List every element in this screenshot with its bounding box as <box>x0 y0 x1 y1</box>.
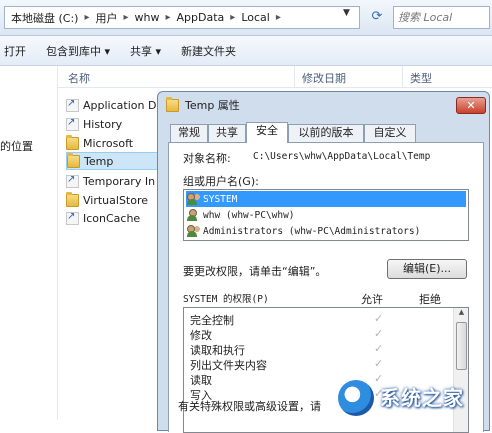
file-icon <box>66 211 79 225</box>
file-name: Microsoft <box>83 136 134 150</box>
advanced-settings-hint: 有关特殊权限或高级设置，请 <box>178 400 321 413</box>
share-button[interactable]: 共享 ▾ <box>120 43 171 59</box>
file-name: IconCache <box>83 211 141 225</box>
permission-name: 读取和执行 <box>190 344 245 357</box>
user-name: whw (whw-PC\whw) <box>203 209 295 221</box>
dialog-titlebar[interactable]: Temp 属性 <box>158 92 489 118</box>
column-name-header[interactable]: 名称 <box>68 70 90 86</box>
change-permissions-hint: 要更改权限，请单击“编辑”。 <box>183 265 327 278</box>
navigation-pane[interactable]: 的位置 <box>0 66 58 420</box>
permission-name: 列出文件夹内容 <box>190 359 267 372</box>
file-row[interactable]: History <box>66 115 166 133</box>
file-row[interactable]: VirtualStore <box>66 191 166 209</box>
permission-name: 完全控制 <box>190 314 234 327</box>
permission-row: 修改 ✓ <box>190 327 450 342</box>
shortcut-icon <box>66 98 79 112</box>
allow-check-icon: ✓ <box>374 342 384 355</box>
permission-row: 读取和执行 ✓ <box>190 342 450 357</box>
user-group-icon <box>186 224 200 238</box>
tab-security[interactable]: 安全 <box>246 122 288 143</box>
file-row[interactable]: Temporary In <box>66 172 166 190</box>
column-modified-header[interactable]: 修改日期 <box>302 70 346 86</box>
breadcrumb-user[interactable]: whw <box>135 11 160 24</box>
open-button[interactable]: 打开 <box>0 43 36 59</box>
dialog-title: Temp 属性 <box>185 99 240 112</box>
shortcut-icon <box>66 117 79 131</box>
file-row[interactable]: Application D <box>66 96 166 114</box>
edit-button[interactable]: 编辑(E)... <box>387 259 467 279</box>
file-name: Application D <box>83 98 157 112</box>
user-list-item[interactable]: SYSTEM <box>186 191 466 207</box>
column-divider[interactable] <box>402 66 403 88</box>
user-name: SYSTEM <box>203 193 238 205</box>
breadcrumb-separator-icon[interactable]: ▸ <box>84 12 89 23</box>
new-folder-button[interactable]: 新建文件夹 <box>171 43 246 59</box>
object-name-label: 对象名称: <box>183 152 231 165</box>
watermark: 系统之家 <box>330 374 492 420</box>
refresh-icon[interactable]: ⟳ <box>366 8 388 27</box>
column-headers: 名称 修改日期 类型 <box>58 66 492 88</box>
breadcrumb-separator-icon[interactable]: ▸ <box>276 12 281 23</box>
address-bar-area: 本地磁盘 (C:) ▸ 用户 ▸ whw ▸ AppData ▸ Local ▸… <box>0 0 492 36</box>
file-row[interactable]: Temp <box>66 152 166 170</box>
breadcrumb-separator-icon[interactable]: ▸ <box>124 12 129 23</box>
permission-row: 列出文件夹内容 ✓ <box>190 357 450 372</box>
user-list-item[interactable]: whw (whw-PC\whw) <box>186 207 466 223</box>
column-divider[interactable] <box>294 66 295 88</box>
address-bar[interactable]: 本地磁盘 (C:) ▸ 用户 ▸ whw ▸ AppData ▸ Local ▸ <box>4 6 360 29</box>
permissions-header: SYSTEM 的权限(P) <box>183 294 269 305</box>
permission-name: 读取 <box>190 374 212 387</box>
user-group-icon <box>186 192 200 206</box>
search-input[interactable] <box>398 11 468 24</box>
address-dropdown-icon[interactable]: ▼ <box>343 8 350 18</box>
tab-previous-versions[interactable]: 以前的版本 <box>288 124 364 142</box>
include-in-library-button[interactable]: 包含到库中 ▾ <box>36 43 120 59</box>
permission-name: 修改 <box>190 329 212 342</box>
user-list-item[interactable]: Administrators (whw-PC\Administrators) <box>186 223 466 239</box>
breadcrumb-separator-icon[interactable]: ▸ <box>166 12 171 23</box>
object-name-value: C:\Users\whw\AppData\Local\Temp <box>253 151 431 162</box>
nav-item-locations[interactable]: 的位置 <box>0 138 33 154</box>
scroll-up-icon[interactable]: ▲ <box>454 308 468 321</box>
deny-column-header: 拒绝 <box>419 293 441 306</box>
breadcrumb-local[interactable]: Local <box>241 11 270 24</box>
tab-general[interactable]: 常规 <box>170 124 208 142</box>
allow-check-icon: ✓ <box>374 312 384 325</box>
tab-customize[interactable]: 自定义 <box>364 124 416 142</box>
file-row[interactable]: Microsoft <box>66 134 166 152</box>
breadcrumb-separator-icon[interactable]: ▸ <box>230 12 235 23</box>
permission-row: 完全控制 ✓ <box>190 312 450 327</box>
shortcut-icon <box>66 174 79 188</box>
breadcrumb-users[interactable]: 用户 <box>96 10 118 26</box>
watermark-text: 系统之家 <box>380 386 464 410</box>
watermark-logo-icon <box>338 380 374 416</box>
file-name: VirtualStore <box>83 193 149 207</box>
close-button[interactable]: ✕ <box>456 97 486 114</box>
command-bar: 打开 包含到库中 ▾ 共享 ▾ 新建文件夹 <box>0 36 492 66</box>
search-box[interactable] <box>393 6 490 29</box>
file-row[interactable]: IconCache <box>66 209 166 227</box>
folder-icon <box>66 134 79 150</box>
user-list[interactable]: SYSTEM whw (whw-PC\whw) Administrators (… <box>183 189 469 241</box>
group-or-user-label: 组或用户名(G): <box>183 175 259 188</box>
breadcrumb-drive[interactable]: 本地磁盘 (C:) <box>11 10 78 26</box>
folder-icon <box>67 153 80 168</box>
folder-icon <box>66 191 79 207</box>
scrollbar-thumb[interactable] <box>456 322 467 370</box>
column-type-header[interactable]: 类型 <box>410 70 432 86</box>
user-name: Administrators (whw-PC\Administrators) <box>203 225 421 237</box>
allow-check-icon: ✓ <box>374 327 384 340</box>
allow-column-header: 允许 <box>361 293 383 306</box>
file-name: History <box>83 117 123 131</box>
file-name: Temporary In <box>83 174 156 188</box>
folder-icon <box>166 96 179 112</box>
user-icon <box>186 208 200 222</box>
allow-check-icon: ✓ <box>374 357 384 370</box>
tab-sharing[interactable]: 共享 <box>208 124 246 142</box>
file-name: Temp <box>84 154 114 168</box>
breadcrumb-appdata[interactable]: AppData <box>177 11 225 24</box>
